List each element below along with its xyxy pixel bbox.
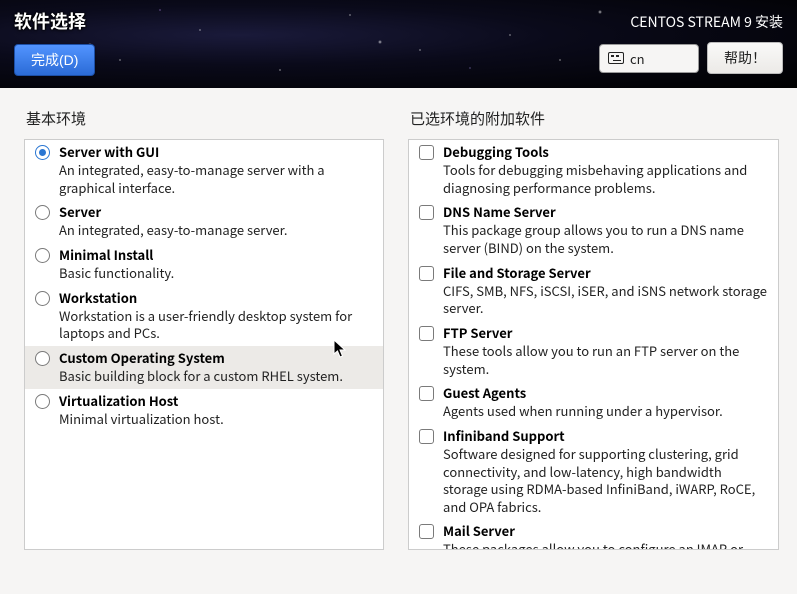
checkbox-icon bbox=[419, 205, 434, 220]
addon-option[interactable]: Mail ServerThese packages allow you to c… bbox=[409, 519, 778, 550]
installer-title: CENTOS STREAM 9 安装 bbox=[630, 8, 783, 32]
addon-option[interactable]: FTP ServerThese tools allow you to run a… bbox=[409, 321, 778, 381]
env-option-label: Server bbox=[59, 203, 373, 221]
addon-option-desc: CIFS, SMB, NFS, iSCSI, iSER, and iSNS ne… bbox=[443, 282, 768, 317]
env-option-label: Server with GUI bbox=[59, 143, 373, 161]
env-option-body: Server with GUIAn integrated, easy-to-ma… bbox=[59, 143, 373, 196]
addon-option-label: File and Storage Server bbox=[443, 264, 768, 282]
addon-option-label: DNS Name Server bbox=[443, 203, 768, 221]
addon-option-body: File and Storage ServerCIFS, SMB, NFS, i… bbox=[443, 264, 768, 317]
addon-option-desc: Agents used when running under a hypervi… bbox=[443, 402, 768, 420]
addon-option[interactable]: DNS Name ServerThis package group allows… bbox=[409, 200, 778, 260]
env-option-label: Workstation bbox=[59, 289, 373, 307]
base-environment-list[interactable]: Server with GUIAn integrated, easy-to-ma… bbox=[24, 139, 384, 550]
env-option-body: WorkstationWorkstation is a user-friendl… bbox=[59, 289, 373, 342]
addon-option[interactable]: Debugging ToolsTools for debugging misbe… bbox=[409, 140, 778, 200]
env-option-desc: Workstation is a user-friendly desktop s… bbox=[59, 307, 373, 342]
env-option-desc: An integrated, easy-to-manage server. bbox=[59, 221, 373, 239]
addon-option-body: Guest AgentsAgents used when running und… bbox=[443, 384, 768, 420]
env-option-desc: Basic functionality. bbox=[59, 264, 373, 282]
addon-option-desc: These tools allow you to run an FTP serv… bbox=[443, 342, 768, 377]
addon-option[interactable]: Guest AgentsAgents used when running und… bbox=[409, 381, 778, 424]
radio-icon bbox=[35, 145, 50, 160]
radio-icon bbox=[35, 248, 50, 263]
checkbox-icon bbox=[419, 266, 434, 281]
addon-option[interactable]: File and Storage ServerCIFS, SMB, NFS, i… bbox=[409, 261, 778, 321]
checkbox-icon bbox=[419, 386, 434, 401]
env-option-desc: An integrated, easy-to-manage server wit… bbox=[59, 161, 373, 196]
env-option-label: Minimal Install bbox=[59, 246, 373, 264]
radio-icon bbox=[35, 394, 50, 409]
env-option[interactable]: Virtualization HostMinimal virtualizatio… bbox=[25, 389, 383, 432]
radio-icon bbox=[35, 351, 50, 366]
addon-option-label: FTP Server bbox=[443, 324, 768, 342]
addon-option[interactable]: Infiniband SupportSoftware designed for … bbox=[409, 424, 778, 519]
env-option[interactable]: Server with GUIAn integrated, easy-to-ma… bbox=[25, 140, 383, 200]
addon-option-label: Infiniband Support bbox=[443, 427, 768, 445]
help-button[interactable]: 帮助！ bbox=[707, 42, 783, 74]
env-option-desc: Basic building block for a custom RHEL s… bbox=[59, 367, 373, 385]
addon-option-label: Debugging Tools bbox=[443, 143, 768, 161]
checkbox-icon bbox=[419, 145, 434, 160]
addons-list[interactable]: Debugging ToolsTools for debugging misbe… bbox=[408, 139, 779, 550]
env-option-body: ServerAn integrated, easy-to-manage serv… bbox=[59, 203, 373, 239]
addon-option-body: FTP ServerThese tools allow you to run a… bbox=[443, 324, 768, 377]
keyboard-icon bbox=[608, 52, 624, 64]
env-option-body: Minimal InstallBasic functionality. bbox=[59, 246, 373, 282]
checkbox-icon bbox=[419, 524, 434, 539]
keyboard-layout-indicator[interactable]: cn bbox=[599, 44, 699, 73]
addon-option-desc: Software designed for supporting cluster… bbox=[443, 445, 768, 515]
addon-option-body: Mail ServerThese packages allow you to c… bbox=[443, 522, 768, 550]
addons-title: 已选环境的附加软件 bbox=[408, 108, 779, 129]
env-option-label: Virtualization Host bbox=[59, 392, 373, 410]
addon-option-desc: Tools for debugging misbehaving applicat… bbox=[443, 161, 768, 196]
env-option[interactable]: ServerAn integrated, easy-to-manage serv… bbox=[25, 200, 383, 243]
addon-option-label: Mail Server bbox=[443, 522, 768, 540]
content-area: 基本环境 Server with GUIAn integrated, easy-… bbox=[0, 88, 797, 594]
addon-option-body: Debugging ToolsTools for debugging misbe… bbox=[443, 143, 768, 196]
base-environment-column: 基本环境 Server with GUIAn integrated, easy-… bbox=[24, 108, 384, 550]
done-button[interactable]: 完成(D) bbox=[14, 44, 95, 76]
env-option-body: Custom Operating SystemBasic building bl… bbox=[59, 349, 373, 385]
addon-option-body: DNS Name ServerThis package group allows… bbox=[443, 203, 768, 256]
addon-option-body: Infiniband SupportSoftware designed for … bbox=[443, 427, 768, 515]
addon-option-desc: This package group allows you to run a D… bbox=[443, 221, 768, 256]
addons-column: 已选环境的附加软件 Debugging ToolsTools for debug… bbox=[408, 108, 779, 550]
env-option[interactable]: Minimal InstallBasic functionality. bbox=[25, 243, 383, 286]
screen-title: 软件选择 bbox=[14, 8, 95, 34]
env-option[interactable]: WorkstationWorkstation is a user-friendl… bbox=[25, 286, 383, 346]
addon-option-label: Guest Agents bbox=[443, 384, 768, 402]
radio-icon bbox=[35, 205, 50, 220]
checkbox-icon bbox=[419, 429, 434, 444]
checkbox-icon bbox=[419, 326, 434, 341]
env-option[interactable]: Custom Operating SystemBasic building bl… bbox=[25, 346, 383, 389]
installer-header: 软件选择 完成(D) CENTOS STREAM 9 安装 cn 帮助！ bbox=[0, 0, 797, 88]
keyboard-layout-code: cn bbox=[630, 49, 645, 68]
base-environment-title: 基本环境 bbox=[24, 108, 384, 129]
addon-option-desc: These packages allow you to configure an… bbox=[443, 540, 768, 550]
env-option-label: Custom Operating System bbox=[59, 349, 373, 367]
env-option-body: Virtualization HostMinimal virtualizatio… bbox=[59, 392, 373, 428]
radio-icon bbox=[35, 291, 50, 306]
env-option-desc: Minimal virtualization host. bbox=[59, 410, 373, 428]
